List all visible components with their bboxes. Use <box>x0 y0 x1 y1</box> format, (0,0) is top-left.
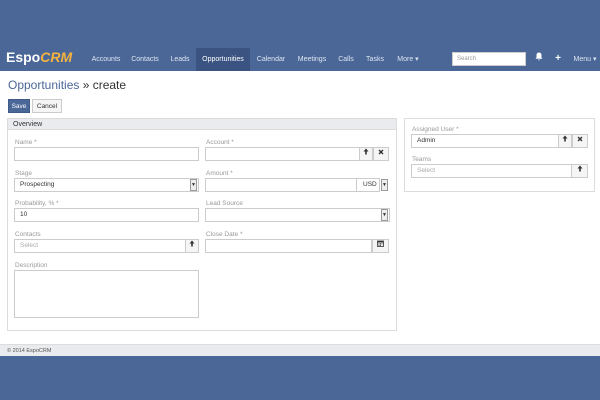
contacts-select-button[interactable] <box>185 239 199 253</box>
close-icon <box>378 149 384 155</box>
description-label: Description <box>15 262 48 269</box>
logo-espo-text: Espo <box>6 49 41 65</box>
teams-label: Teams <box>412 156 432 163</box>
assigned-user-field[interactable]: Admin <box>411 134 559 148</box>
teams-select-input[interactable]: Select <box>411 164 572 178</box>
nav-accounts[interactable]: Accounts <box>86 48 126 71</box>
account-label: Account * <box>206 139 234 146</box>
calendar-button[interactable] <box>372 239 389 253</box>
chevron-down-icon[interactable]: ▼ <box>381 179 388 191</box>
global-search-input[interactable]: Search <box>452 52 526 66</box>
save-button[interactable]: Save <box>8 99 30 113</box>
arrow-up-icon <box>189 240 195 247</box>
stage-label: Stage <box>15 170 32 177</box>
page-title: Opportunities » create <box>8 78 126 92</box>
assigned-user-clear-button[interactable] <box>572 134 588 148</box>
nav-meetings[interactable]: Meetings <box>293 48 331 71</box>
espocrm-logo[interactable]: EspoCRM <box>6 49 72 65</box>
assigned-user-label: Assigned User * <box>412 126 459 133</box>
overview-panel-title: Overview <box>8 119 396 130</box>
nav-contacts[interactable]: Contacts <box>127 48 163 71</box>
contacts-label: Contacts <box>15 231 41 238</box>
amount-label: Amount * <box>206 170 233 177</box>
account-field[interactable] <box>205 147 360 161</box>
close-icon <box>577 136 583 142</box>
probability-label: Probability, % * <box>15 200 59 207</box>
nav-menu-dropdown[interactable]: Menu ▾ <box>570 48 600 71</box>
contacts-select-input[interactable]: Select <box>14 239 186 253</box>
breadcrumb-current: » create <box>79 78 127 92</box>
close-date-field[interactable] <box>205 239 372 253</box>
nav-tasks[interactable]: Tasks <box>361 48 389 71</box>
lead-source-label: Lead Source <box>206 200 243 207</box>
page-footer: © 2014 EspoCRM <box>0 344 600 356</box>
currency-select[interactable]: USD <box>356 178 380 192</box>
account-clear-button[interactable] <box>373 147 389 161</box>
account-select-button[interactable] <box>359 147 373 161</box>
logo-crm-text: CRM <box>40 49 73 65</box>
arrow-up-icon <box>577 165 582 172</box>
breadcrumb-opportunities-link[interactable]: Opportunities <box>8 78 79 92</box>
teams-select-button[interactable] <box>571 164 588 178</box>
assigned-user-select-button[interactable] <box>558 134 572 148</box>
lead-source-select[interactable] <box>205 208 390 222</box>
arrow-up-icon <box>363 148 369 155</box>
chevron-down-icon[interactable]: ▼ <box>381 209 388 221</box>
bell-icon[interactable] <box>533 52 545 66</box>
cancel-button[interactable]: Cancel <box>32 99 62 113</box>
plus-icon[interactable]: + <box>552 52 564 66</box>
name-field[interactable] <box>14 147 199 161</box>
nav-more-dropdown[interactable]: More ▾ <box>391 48 425 71</box>
arrow-up-icon <box>562 135 568 142</box>
description-textarea[interactable] <box>14 270 199 318</box>
nav-opportunities[interactable]: Opportunities <box>196 48 250 71</box>
amount-field[interactable] <box>205 178 357 192</box>
name-label: Name * <box>15 139 37 146</box>
bell-icon-svg <box>535 52 543 61</box>
stage-select[interactable]: Prospecting <box>14 178 199 192</box>
nav-leads[interactable]: Leads <box>165 48 195 71</box>
nav-calendar[interactable]: Calendar <box>252 48 290 71</box>
calendar-icon <box>377 240 384 247</box>
probability-field[interactable]: 10 <box>14 208 199 222</box>
close-date-label: Close Date * <box>206 231 243 238</box>
nav-calls[interactable]: Calls <box>333 48 359 71</box>
chevron-down-icon[interactable]: ▼ <box>190 179 197 191</box>
